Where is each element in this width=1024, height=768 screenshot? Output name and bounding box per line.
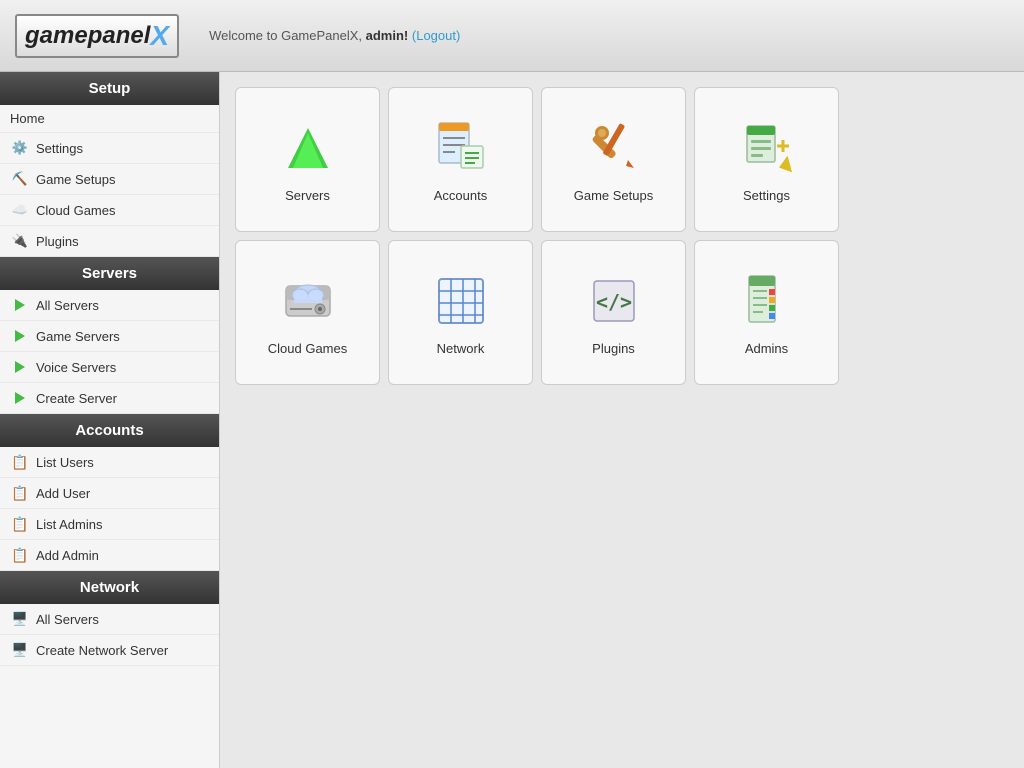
sidebar-create-network-server-label: Create Network Server (36, 643, 168, 658)
servers-grid-label: Servers (285, 188, 330, 203)
sidebar-list-users-label: List Users (36, 455, 94, 470)
admin-name: admin! (366, 28, 409, 43)
sidebar-item-game-servers[interactable]: Game Servers (0, 321, 219, 352)
admins-grid-icon (735, 269, 799, 333)
list-admins-icon: 📋 (10, 514, 30, 534)
settings-grid-icon (735, 116, 799, 180)
net-create-icon: 🖥️ (10, 640, 30, 660)
sidebar-section-accounts: Accounts (0, 414, 219, 447)
settings-grid-label: Settings (743, 188, 790, 203)
header: gamepanelX Welcome to GamePanelX, admin!… (0, 0, 1024, 72)
sidebar-gamesetups-label: Game Setups (36, 172, 116, 187)
main-grid: Servers Accou (235, 87, 1009, 385)
plugins-icon: 🔌 (10, 231, 30, 251)
admins-grid-label: Admins (745, 341, 788, 356)
sidebar-item-create-network-server[interactable]: 🖥️ Create Network Server (0, 635, 219, 666)
sidebar-item-settings[interactable]: ⚙️ Settings (0, 133, 219, 164)
welcome-prefix: Welcome to GamePanelX, (209, 28, 366, 43)
sidebar-item-cloudgames[interactable]: ☁️ Cloud Games (0, 195, 219, 226)
sidebar-item-all-servers[interactable]: All Servers (0, 290, 219, 321)
sidebar-item-add-admin[interactable]: 📋 Add Admin (0, 540, 219, 571)
gamesetups-grid-icon (582, 116, 646, 180)
servers-grid-icon (276, 116, 340, 180)
sidebar-item-list-admins[interactable]: 📋 List Admins (0, 509, 219, 540)
logo-image: gamepanelX (15, 14, 179, 58)
accounts-grid-icon (429, 116, 493, 180)
grid-item-gamesetups[interactable]: Game Setups (541, 87, 686, 232)
grid-item-servers[interactable]: Servers (235, 87, 380, 232)
logout-link[interactable]: (Logout) (412, 28, 460, 43)
logo[interactable]: gamepanelX (15, 14, 179, 58)
sidebar-voice-servers-label: Voice Servers (36, 360, 116, 375)
grid-item-settings[interactable]: Settings (694, 87, 839, 232)
sidebar-item-list-users[interactable]: 📋 List Users (0, 447, 219, 478)
sidebar-item-network-all-servers[interactable]: 🖥️ All Servers (0, 604, 219, 635)
play-icon-3 (10, 357, 30, 377)
list-users-icon: 📋 (10, 452, 30, 472)
sidebar-cloudgames-label: Cloud Games (36, 203, 115, 218)
sidebar-item-home[interactable]: Home (0, 105, 219, 133)
accounts-grid-label: Accounts (434, 188, 487, 203)
sidebar-item-plugins[interactable]: 🔌 Plugins (0, 226, 219, 257)
grid-item-cloudgames[interactable]: Cloud Games (235, 240, 380, 385)
add-user-icon: 📋 (10, 483, 30, 503)
play-icon-1 (10, 295, 30, 315)
sidebar-create-server-label: Create Server (36, 391, 117, 406)
net-all-servers-icon: 🖥️ (10, 609, 30, 629)
grid-item-accounts[interactable]: Accounts (388, 87, 533, 232)
sidebar-item-voice-servers[interactable]: Voice Servers (0, 352, 219, 383)
sidebar-add-admin-label: Add Admin (36, 548, 99, 563)
sidebar-item-gamesetups[interactable]: ⛏️ Game Setups (0, 164, 219, 195)
cloudgames-grid-label: Cloud Games (268, 341, 347, 356)
welcome-message: Welcome to GamePanelX, admin! (Logout) (209, 28, 460, 43)
sidebar-network-all-servers-label: All Servers (36, 612, 99, 627)
sidebar-all-servers-label: All Servers (36, 298, 99, 313)
grid-item-admins[interactable]: Admins (694, 240, 839, 385)
sidebar: Setup Home ⚙️ Settings ⛏️ Game Setups ☁️… (0, 72, 220, 768)
sidebar-section-network: Network (0, 571, 219, 604)
content-area: Servers Accou (220, 72, 1024, 768)
play-icon-4 (10, 388, 30, 408)
svg-text:</>: </> (595, 290, 631, 314)
sidebar-list-admins-label: List Admins (36, 517, 102, 532)
plugins-grid-icon: </> (582, 269, 646, 333)
grid-item-plugins[interactable]: </> Plugins (541, 240, 686, 385)
cloudgames-grid-icon (276, 269, 340, 333)
add-admin-icon: 📋 (10, 545, 30, 565)
grid-item-network[interactable]: Network (388, 240, 533, 385)
gamesetups-icon: ⛏️ (10, 169, 30, 189)
play-icon-2 (10, 326, 30, 346)
sidebar-settings-label: Settings (36, 141, 83, 156)
sidebar-plugins-label: Plugins (36, 234, 79, 249)
sidebar-game-servers-label: Game Servers (36, 329, 120, 344)
network-grid-label: Network (437, 341, 485, 356)
settings-icon: ⚙️ (10, 138, 30, 158)
sidebar-section-setup: Setup (0, 72, 219, 105)
gamesetups-grid-label: Game Setups (574, 188, 654, 203)
sidebar-section-servers: Servers (0, 257, 219, 290)
cloudgames-icon: ☁️ (10, 200, 30, 220)
sidebar-item-add-user[interactable]: 📋 Add User (0, 478, 219, 509)
sidebar-add-user-label: Add User (36, 486, 90, 501)
plugins-grid-label: Plugins (592, 341, 635, 356)
network-grid-icon (429, 269, 493, 333)
main-layout: Setup Home ⚙️ Settings ⛏️ Game Setups ☁️… (0, 72, 1024, 768)
sidebar-item-create-server[interactable]: Create Server (0, 383, 219, 414)
